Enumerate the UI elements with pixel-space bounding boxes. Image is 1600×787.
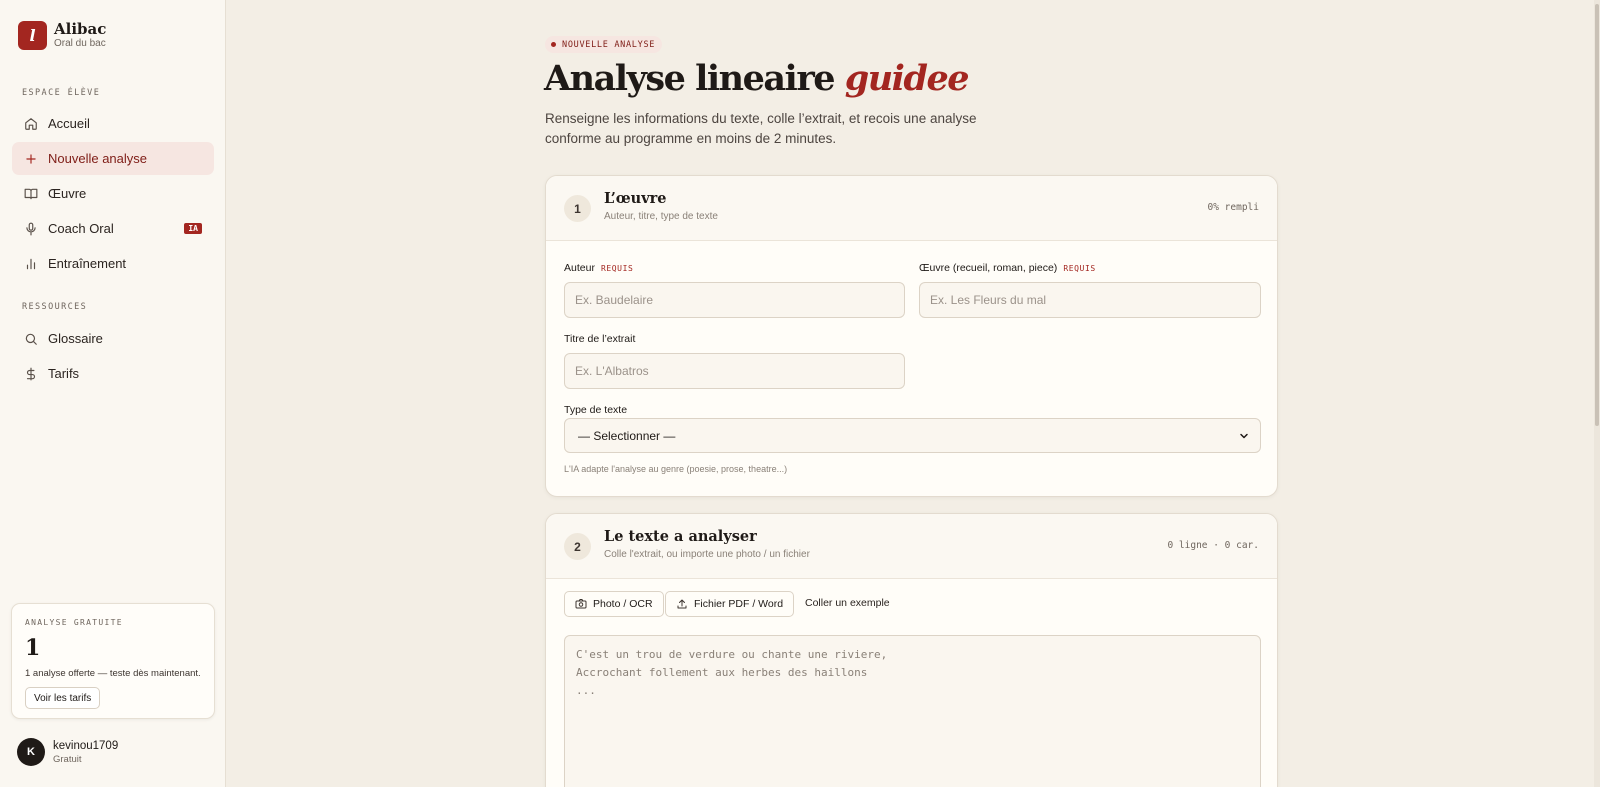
search-icon [24,332,38,346]
sidebar-item-glossaire[interactable]: Glossaire [12,322,214,355]
card-header: 1 L’œuvre Auteur, titre, type de texte 0… [546,176,1277,241]
page-title: Analyse lineaire guidee [544,58,970,99]
select-value: — Selectionner — [578,428,676,443]
genre-hint: L'IA adapte l'analyse au genre (poesie, … [564,464,788,474]
text-type-select[interactable]: — Selectionner — [564,418,1261,453]
plus-icon [24,152,38,166]
view-pricing-button[interactable]: Voir les tarifs [25,687,101,709]
brand[interactable]: l Alibac Oral du bac [18,20,106,50]
sidebar-item-label: Entraînement [48,256,127,271]
eyebrow-badge: NOUVELLE ANALYSE [545,36,663,53]
dollar-icon [24,367,38,381]
user-plan: Gratuit [53,753,82,765]
page-subtitle: Renseigne les informations du texte, col… [545,111,977,146]
paste-example-link[interactable]: Coller un exemple [805,597,890,609]
sidebar-item-oeuvre[interactable]: Œuvre [12,177,214,210]
work-label-text: Œuvre (recueil, roman, piece) [919,262,1058,274]
sidebar-item-tarifs[interactable]: Tarifs [12,357,214,390]
file-upload-button[interactable]: Fichier PDF / Word [665,591,795,617]
sidebar: l Alibac Oral du bac ESPACE ÉLÈVE Accuei… [0,0,226,787]
sidebar-item-label: Coach Oral [48,221,114,236]
sidebar-item-entrainement[interactable]: Entraînement [12,247,214,280]
extract-title-input[interactable] [564,353,905,389]
required-tag: REQUIS [600,263,634,273]
bar-chart-icon [24,257,38,271]
sidebar-item-label: Œuvre [48,186,87,201]
user-name: kevinou1709 [53,739,119,752]
camera-icon [575,598,587,610]
sidebar-item-label: Nouvelle analyse [48,151,148,166]
sidebar-item-label: Glossaire [48,331,103,346]
text-type-label-text: Type de texte [564,404,628,416]
brand-name: Alibac [54,20,107,38]
scrollbar-thumb[interactable] [1595,4,1599,426]
card-title: Le texte a analyser [604,528,757,545]
user-profile[interactable]: K kevinou1709 Gratuit [17,738,118,766]
card-subtitle: Colle l'extrait, ou importe une photo / … [604,549,810,560]
section-label-student: ESPACE ÉLÈVE [22,88,101,98]
card-header: 2 Le texte a analyser Colle l'extrait, o… [546,514,1277,579]
sidebar-item-coach-oral[interactable]: Coach Oral IA [12,212,214,245]
work-label: Œuvre (recueil, roman, piece) REQUIS [919,262,1096,274]
book-icon [24,187,38,201]
required-tag: REQUIS [1063,263,1096,273]
chevron-down-icon [1238,430,1250,445]
promo-label: ANALYSE GRATUITE [25,618,123,627]
section-label-resources: RESSOURCES [22,302,88,312]
fill-progress: 0% rempli [1207,202,1259,213]
file-upload-label: Fichier PDF / Word [694,598,784,610]
free-analysis-card: ANALYSE GRATUITE 1 1 analyse offerte — t… [11,603,215,719]
text-input-card: 2 Le texte a analyser Colle l'extrait, o… [545,513,1278,787]
promo-text: 1 analyse offerte — teste dès maintenant… [25,668,201,679]
extract-title-label-text: Titre de l’extrait [564,333,636,345]
page-title-accent: guidee [844,58,970,99]
promo-count: 1 [25,635,41,661]
page-title-plain: Analyse lineaire [544,58,845,99]
work-info-card: 1 L’œuvre Auteur, titre, type de texte 0… [545,175,1278,497]
extract-title-label: Titre de l’extrait [564,333,635,345]
eyebrow-text: NOUVELLE ANALYSE [562,39,656,50]
brand-logo: l [18,20,47,50]
upload-icon [676,598,688,610]
photo-ocr-button[interactable]: Photo / OCR [564,591,664,617]
home-icon [24,117,38,131]
avatar: K [17,738,45,766]
sidebar-item-nouvelle-analyse[interactable]: Nouvelle analyse [12,142,214,175]
author-label-text: Auteur [564,262,595,274]
extract-textarea[interactable]: C'est un trou de verdure ou chante une r… [564,635,1261,787]
text-type-label: Type de texte [564,404,627,416]
card-title: L’œuvre [604,190,667,207]
dot-icon [551,42,556,47]
character-counter: 0 ligne · 0 car. [1167,540,1259,551]
author-input[interactable] [564,282,905,318]
sidebar-item-accueil[interactable]: Accueil [12,107,214,140]
ia-badge: IA [184,223,202,234]
step-number: 2 [564,533,591,560]
work-input[interactable] [919,282,1261,318]
sidebar-item-label: Accueil [48,116,90,131]
brand-subtitle: Oral du bac [54,38,106,49]
step-number: 1 [564,195,591,222]
card-subtitle: Auteur, titre, type de texte [604,211,718,222]
sidebar-item-label: Tarifs [48,366,80,381]
microphone-icon [24,222,38,236]
author-label: Auteur REQUIS [564,262,633,274]
photo-ocr-label: Photo / OCR [593,598,653,610]
